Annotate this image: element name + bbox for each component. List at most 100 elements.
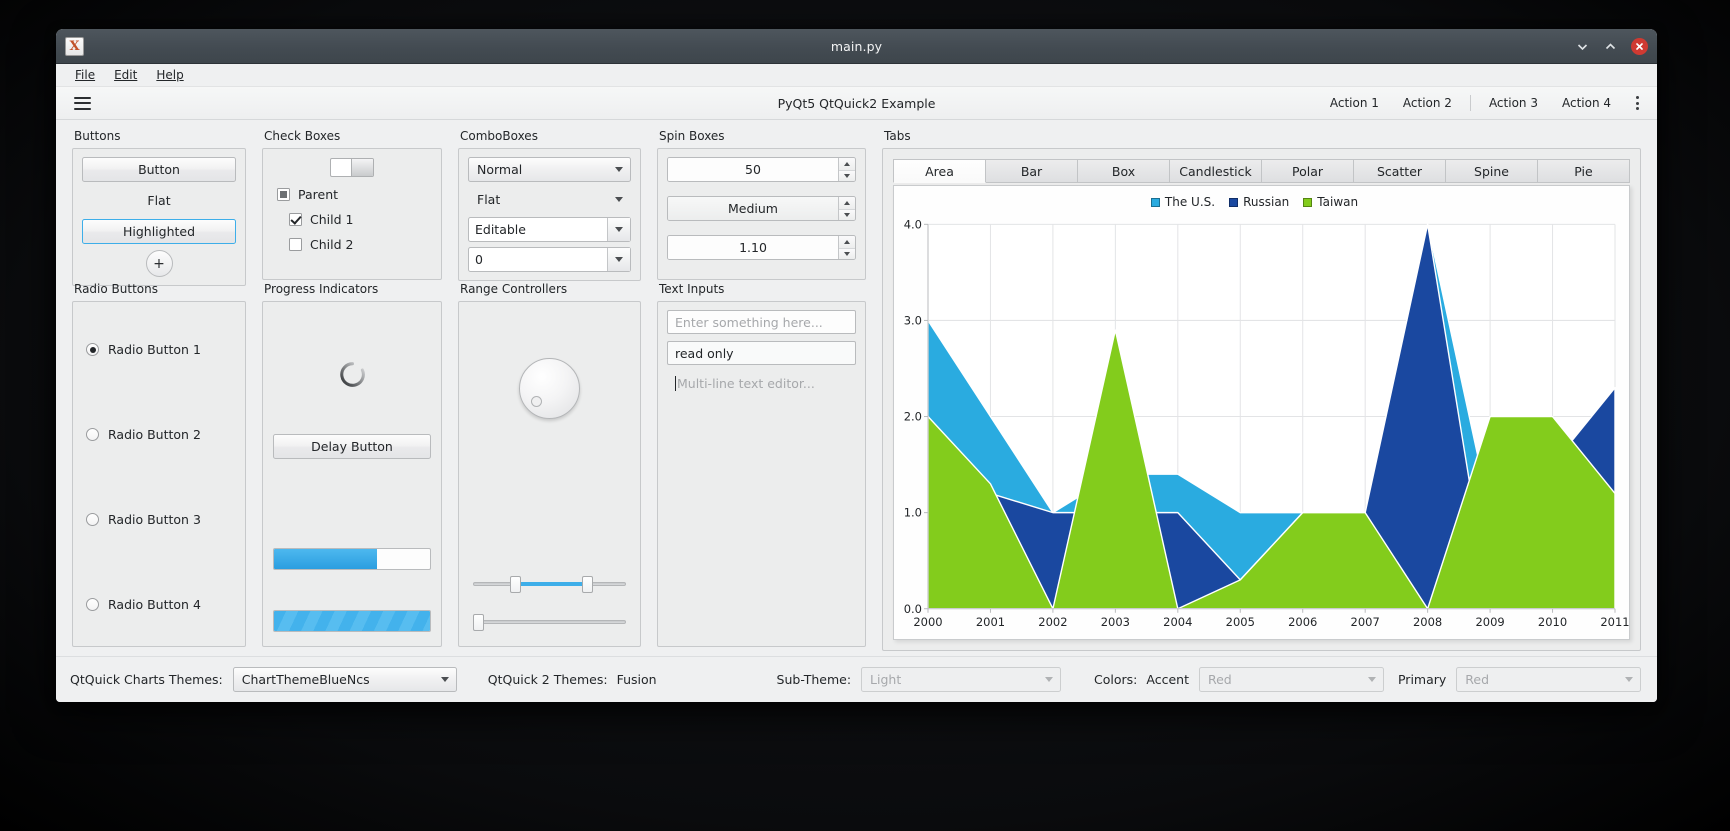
radio-button-4-dot	[86, 598, 99, 611]
kebab-menu-icon[interactable]	[1627, 92, 1647, 114]
accent-label: Accent	[1146, 672, 1189, 687]
subtheme-combobox[interactable]: Light	[861, 667, 1062, 692]
legend-swatch-russian	[1229, 197, 1239, 207]
stepper-up-icon[interactable]	[839, 236, 855, 248]
menu-file[interactable]: File	[67, 66, 104, 85]
checkbox-child-2-label: Child 2	[310, 237, 354, 252]
bottom-settings-bar: QtQuick Charts Themes: ChartThemeBlueNcs…	[56, 656, 1657, 702]
stepper-down-icon[interactable]	[839, 208, 855, 220]
qtquick-theme-value: Fusion	[616, 672, 657, 687]
button-highlighted[interactable]: Highlighted	[82, 219, 236, 244]
action-1-button[interactable]: Action 1	[1318, 91, 1391, 115]
group-spinboxes-title: Spin Boxes	[659, 129, 725, 143]
button-round-add[interactable]: +	[145, 250, 173, 277]
stepper-down-icon[interactable]	[839, 169, 855, 181]
group-comboboxes-frame: Normal Flat Editable 0	[458, 148, 641, 281]
desktop-background: X main.py File Edit Help PyQt5 QtQuick2 …	[0, 0, 1730, 831]
stepper-down-icon[interactable]	[839, 247, 855, 259]
chevron-down-icon[interactable]	[607, 218, 630, 241]
charts-theme-combobox[interactable]: ChartThemeBlueNcs	[232, 667, 457, 692]
checkbox-parent-label: Parent	[298, 187, 339, 202]
stepper-up-icon[interactable]	[839, 197, 855, 209]
range-slider[interactable]	[473, 575, 626, 593]
toolbar-actions: Action 1 Action 2 Action 3 Action 4	[1318, 91, 1647, 115]
radio-button-3[interactable]: Radio Button 3	[86, 512, 245, 527]
action-4-button[interactable]: Action 4	[1550, 91, 1623, 115]
combobox-editable-value[interactable]: Editable	[475, 222, 607, 237]
subtheme-label: Sub-Theme:	[776, 672, 852, 687]
spinbox-text-steppers	[838, 197, 855, 220]
minimize-icon[interactable]	[1575, 39, 1590, 54]
tab-area[interactable]: Area	[893, 159, 986, 183]
range-slider-handle-low[interactable]	[509, 575, 521, 593]
tab-candlestick[interactable]: Candlestick	[1170, 159, 1262, 183]
spinbox-text[interactable]: Medium	[667, 196, 856, 221]
subtheme-value: Light	[870, 672, 902, 687]
button-flat[interactable]: Flat	[82, 188, 236, 213]
range-slider-handle-high[interactable]	[581, 575, 593, 593]
action-3-button[interactable]: Action 3	[1477, 91, 1550, 115]
spinbox-decimal[interactable]: 1.10	[667, 235, 856, 260]
menu-edit[interactable]: Edit	[106, 66, 146, 85]
text-field-placeholder[interactable]: Enter something here...	[667, 310, 856, 334]
toggle-switch[interactable]	[330, 158, 374, 177]
combobox-flat[interactable]: Flat	[468, 187, 631, 212]
legend-swatch-taiwan	[1303, 197, 1313, 207]
left-panels: Buttons Button Flat Highlighted + Check …	[64, 127, 874, 656]
tab-box[interactable]: Box	[1078, 159, 1170, 183]
radio-button-4[interactable]: Radio Button 4	[86, 597, 245, 612]
svg-text:2004: 2004	[1163, 615, 1192, 629]
chevron-down-icon[interactable]	[607, 248, 630, 271]
combobox-normal[interactable]: Normal	[468, 157, 631, 182]
busy-spinner-icon	[339, 361, 365, 387]
combobox-numeric-value[interactable]: 0	[475, 252, 607, 267]
text-field-readonly[interactable]: read only	[667, 341, 856, 365]
accent-combobox[interactable]: Red	[1198, 667, 1384, 692]
stepper-up-icon[interactable]	[839, 158, 855, 170]
tab-pie[interactable]: Pie	[1538, 159, 1630, 183]
group-buttons-frame: Button Flat Highlighted +	[72, 148, 246, 286]
group-checkboxes-title: Check Boxes	[264, 129, 341, 143]
checkbox-parent[interactable]: Parent	[277, 187, 427, 202]
tab-polar[interactable]: Polar	[1262, 159, 1354, 183]
checkbox-child-2[interactable]: Child 2	[277, 237, 427, 252]
group-buttons: Buttons Button Flat Highlighted +	[64, 127, 254, 286]
tab-scatter[interactable]: Scatter	[1354, 159, 1446, 183]
group-checkboxes: Check Boxes Parent Child 1 Child 2	[254, 127, 450, 280]
combobox-editable[interactable]: Editable	[468, 217, 631, 242]
radio-button-2-label: Radio Button 2	[108, 427, 201, 442]
panel-row-2: Radio Buttons Radio Button 1 Radio Butto…	[64, 280, 874, 656]
primary-combobox[interactable]: Red	[1456, 667, 1642, 692]
spinbox-numeric[interactable]: 50	[667, 157, 856, 182]
tab-spine[interactable]: Spine	[1446, 159, 1538, 183]
group-textinputs-title: Text Inputs	[659, 282, 725, 296]
action-2-button[interactable]: Action 2	[1391, 91, 1464, 115]
group-comboboxes: ComboBoxes Normal Flat Editable 0	[450, 127, 649, 281]
radio-button-2[interactable]: Radio Button 2	[86, 427, 245, 442]
value-slider-handle[interactable]	[473, 613, 484, 631]
svg-text:2003: 2003	[1101, 615, 1130, 629]
primary-value: Red	[1465, 672, 1490, 687]
radio-button-1-dot	[86, 343, 99, 356]
widget-grid: Buttons Button Flat Highlighted + Check …	[64, 127, 1649, 656]
main-content: Buttons Button Flat Highlighted + Check …	[56, 120, 1657, 656]
value-slider[interactable]	[473, 613, 626, 631]
dial-knob[interactable]	[519, 358, 580, 419]
menu-help[interactable]: Help	[148, 66, 192, 85]
tab-bar[interactable]: Bar	[986, 159, 1078, 183]
combobox-normal-value: Normal	[477, 162, 523, 177]
checkbox-child-1[interactable]: Child 1	[277, 212, 427, 227]
radio-button-1[interactable]: Radio Button 1	[86, 342, 245, 357]
checkbox-child-1-label: Child 1	[310, 212, 354, 227]
multiline-text-editor[interactable]: Multi-line text editor...	[667, 372, 856, 636]
svg-text:1.0: 1.0	[904, 506, 922, 520]
toolbar-separator	[1469, 95, 1471, 111]
group-textinputs-frame: Enter something here... read only Multi-…	[657, 301, 866, 647]
combobox-numeric[interactable]: 0	[468, 247, 631, 272]
delay-button[interactable]: Delay Button	[273, 434, 431, 459]
group-radiobuttons: Radio Buttons Radio Button 1 Radio Butto…	[64, 280, 254, 656]
chevron-down-icon	[1038, 677, 1060, 682]
maximize-icon[interactable]	[1603, 39, 1618, 54]
group-buttons-title: Buttons	[74, 129, 121, 143]
button-normal[interactable]: Button	[82, 157, 236, 182]
